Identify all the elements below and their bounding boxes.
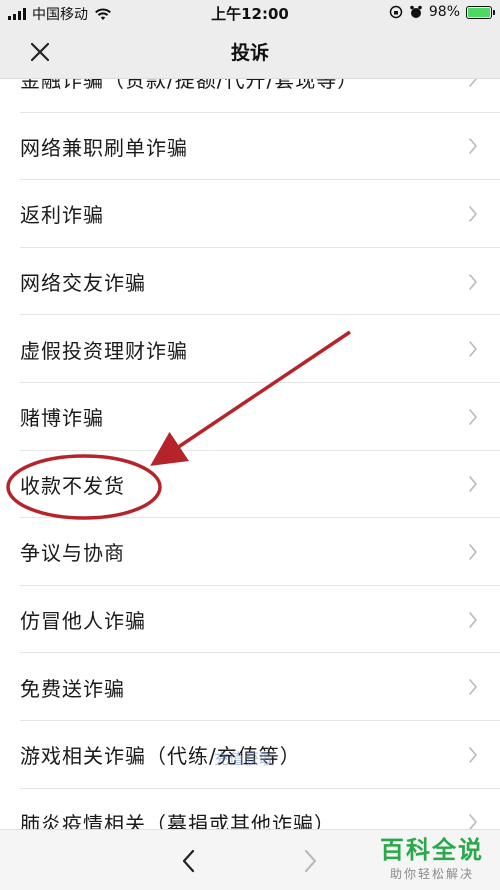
chevron-right-icon[interactable] [303,848,319,874]
list-item[interactable]: 网络交友诈骗 [0,248,500,316]
list-item-label: 争议与协商 [20,541,125,566]
battery-level [468,7,490,17]
chevron-right-icon [469,746,477,763]
page-title: 投诉 [230,42,269,64]
list-item-label: 收款不发货 [20,473,125,498]
list-item[interactable]: 收款不发货 [0,451,500,519]
list-item-label: 仿冒他人诈骗 [20,609,146,634]
list-item-label: 赌博诈骗 [20,406,104,431]
watermark-brand: 百科全说 [380,836,484,864]
list-item-label: 网络交友诈骗 [20,271,146,296]
list-item[interactable]: 仿冒他人诈骗 [0,586,500,654]
chevron-right-icon [469,206,477,222]
chevron-right-icon [469,408,477,425]
list-item-label: 返利诈骗 [20,203,104,228]
list-item-label: 网络兼职刷单诈骗 [20,135,188,160]
list-item[interactable]: 虚假投资理财诈骗 [0,315,500,383]
battery-icon [466,5,495,19]
chevron-right-icon [469,273,477,290]
list-item[interactable]: 争议与协商 [0,518,500,586]
nav-bar: 投诉 [0,26,500,79]
watermark-slogan: 助你轻松解决 [389,867,474,881]
list-item[interactable]: 返利诈骗 [0,180,500,248]
list-item[interactable]: 赌博诈骗 [0,383,500,451]
list-item-label: 虚假投资理财诈骗 [20,338,188,363]
chevron-right-icon [469,138,477,155]
alarm-icon [410,5,422,18]
chevron-right-icon [469,611,477,628]
watermark-logo: 百科全说 助你轻松解决 [378,830,486,882]
orientation-lock-icon [389,5,403,19]
complaint-type-list: 金融诈骗（贷款/提额/代开/套现等） 网络兼职刷单诈骗 返利诈骗 网络交友诈骗 虚假投资… [0,45,500,856]
list-item[interactable]: 免费送诈骗 [0,653,500,721]
chevron-left-icon[interactable] [180,848,196,874]
chevron-right-icon [469,341,477,357]
chevron-right-icon [469,679,477,695]
list-item[interactable]: 网络兼职刷单诈骗 [0,113,500,181]
list-item-label: 免费送诈骗 [20,676,125,701]
status-bar: 中国移动 上午12:00 98% [0,0,500,26]
chevron-right-icon [469,544,477,560]
overlay-caption: 充值获取 [214,750,275,768]
battery-percent: 98% [428,4,460,20]
chevron-right-icon [469,476,477,493]
status-right: 98% [389,4,495,20]
